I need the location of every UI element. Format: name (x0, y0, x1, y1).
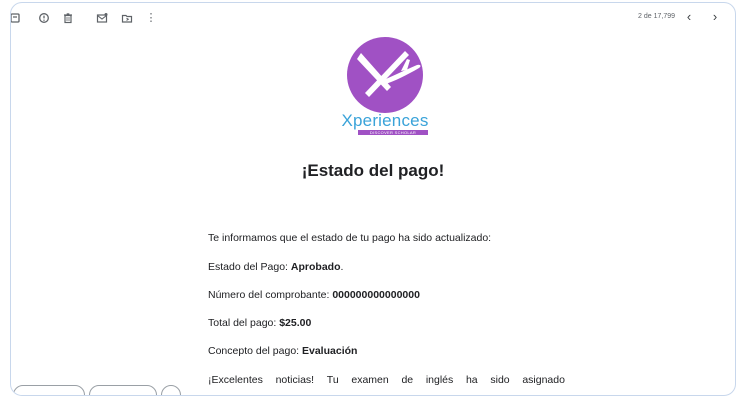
airplane-x-logo-icon (357, 51, 421, 97)
delete-icon[interactable] (62, 12, 74, 24)
brand-tagline: DISCOVER SCHOLAR (358, 130, 428, 135)
reply-actions (11, 385, 211, 395)
archive-icon[interactable] (11, 12, 21, 24)
payment-status-value: Aprobado (290, 261, 341, 273)
mark-unread-icon[interactable] (96, 12, 108, 24)
email-window: ⋮ 2 de 17,799 ‹ › Xperiences DISCOVER SC… (10, 2, 736, 396)
report-spam-icon[interactable] (38, 12, 50, 24)
payment-status-line: Estado del Pago: Aprobado. (208, 261, 344, 273)
reply-button[interactable] (13, 385, 85, 395)
previous-message-button[interactable]: ‹ (681, 9, 697, 25)
email-toolbar: ⋮ 2 de 17,799 ‹ › (11, 3, 735, 33)
payment-total-line: Total del pago: $25.00 (208, 317, 312, 329)
move-to-icon[interactable] (121, 12, 133, 24)
payment-total-value: $25.00 (279, 317, 312, 329)
message-counter: 2 de 17,799 (638, 13, 675, 20)
news-paragraph: ¡Excelentes noticias! Tu examen de inglé… (208, 374, 565, 386)
intro-text: Te informamos que el estado de tu pago h… (208, 232, 492, 244)
voucher-number-value: 000000000000000 (332, 289, 420, 301)
next-message-button[interactable]: › (707, 9, 723, 25)
emoji-reaction-button[interactable] (161, 385, 181, 395)
brand-logo (347, 37, 423, 113)
more-options-icon[interactable]: ⋮ (145, 12, 157, 24)
email-heading: ¡Estado del pago! (301, 161, 445, 180)
payment-concept-line: Concepto del pago: Evaluación (208, 345, 358, 357)
email-body: Xperiences DISCOVER SCHOLAR ¡Estado del … (11, 33, 735, 395)
brand-name: Xperiences (341, 111, 429, 130)
forward-button[interactable] (89, 385, 157, 395)
voucher-number-line: Número del comprobante: 000000000000000 (208, 289, 420, 301)
payment-concept-value: Evaluación (302, 345, 358, 357)
